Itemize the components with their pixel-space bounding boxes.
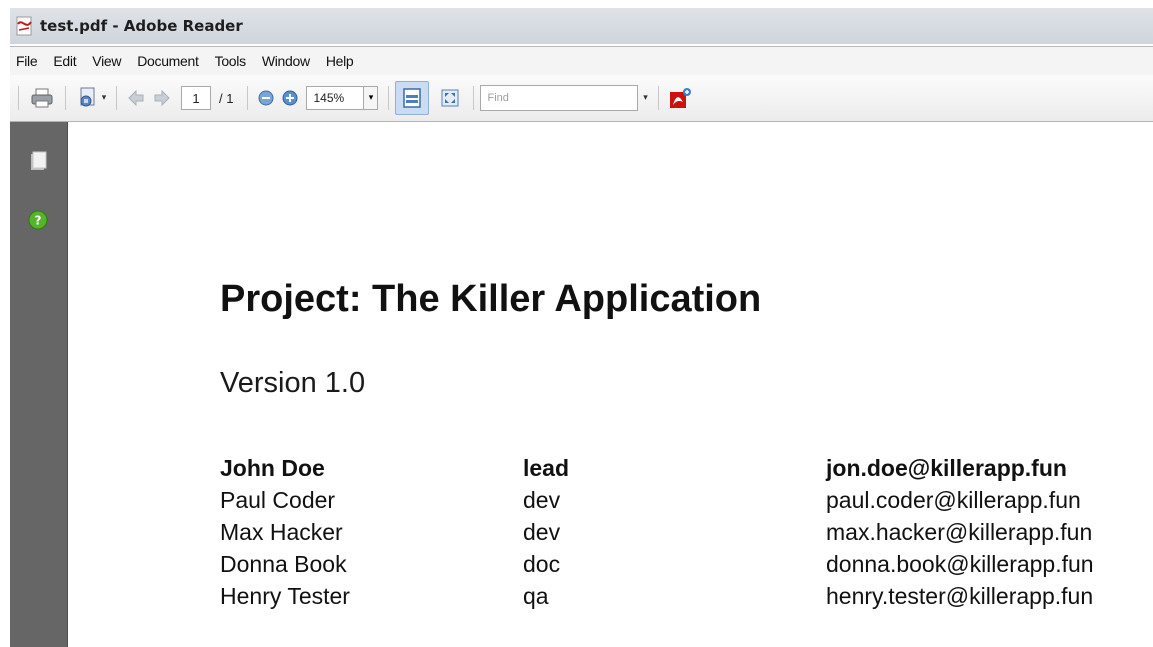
pages-panel-icon [31, 151, 47, 170]
document-version: Version 1.0 [220, 367, 366, 399]
find-input[interactable]: Find [480, 85, 639, 111]
toolbar: ▾ 1 / 1 145% ▾ Find ▾ [10, 75, 1153, 122]
full-screen-button[interactable] [435, 88, 465, 108]
member-role: doc [523, 550, 561, 577]
next-page-icon [154, 89, 170, 107]
team-table: John Doe lead jon.doe@killerapp.fun Paul… [220, 452, 1094, 612]
previous-page-button[interactable] [123, 88, 149, 108]
menu-edit[interactable]: Edit [45, 53, 84, 69]
full-screen-icon [441, 89, 459, 107]
document-view[interactable]: Project: The Killer Application Version … [68, 122, 1153, 647]
help-icon: ? [28, 210, 48, 230]
toolbar-separator [658, 86, 660, 110]
menu-document[interactable]: Document [129, 53, 206, 69]
zoom-out-button[interactable] [254, 89, 278, 107]
next-page-button[interactable] [149, 88, 175, 108]
pdf-document-icon [16, 16, 34, 36]
menu-tools[interactable]: Tools [207, 53, 254, 69]
member-email: jon.doe@killerapp.fun [826, 454, 1067, 481]
member-role: dev [523, 486, 561, 513]
navigation-panel: ? [10, 122, 68, 647]
zoom-dropdown-button[interactable]: ▾ [364, 86, 379, 110]
print-button[interactable] [25, 87, 59, 109]
chevron-down-icon: ▾ [101, 93, 107, 103]
document-properties-button[interactable]: ▾ [72, 86, 110, 110]
chevron-down-icon: ▾ [368, 93, 374, 103]
toolbar-separator [116, 86, 117, 110]
previous-page-icon [128, 89, 144, 107]
menu-help[interactable]: Help [318, 53, 362, 69]
acrobat-icon [670, 88, 692, 108]
toolbar-separator [65, 86, 66, 110]
title-bar: test.pdf - Adobe Reader [10, 8, 1153, 44]
zoom-in-icon [282, 90, 298, 106]
fit-page-icon [403, 88, 422, 108]
fit-page-button[interactable] [395, 81, 430, 115]
svg-text:?: ? [35, 214, 42, 228]
zoom-out-icon [258, 90, 274, 106]
pages-panel-button[interactable] [28, 150, 48, 176]
zoom-level-input[interactable]: 145% [306, 86, 365, 110]
table-row: Max Hacker dev max.hacker@killerapp.fun [220, 516, 1094, 548]
member-name: John Doe [220, 454, 325, 481]
toolbar-grip [18, 86, 19, 110]
member-email: donna.book@killerapp.fun [826, 550, 1094, 577]
member-role: dev [523, 518, 561, 545]
member-email: paul.coder@killerapp.fun [826, 486, 1081, 513]
acrobat-button[interactable] [665, 86, 695, 110]
menu-bar: File Edit View Document Tools Window Hel… [10, 46, 1153, 76]
toolbar-separator [388, 86, 390, 110]
member-name: Henry Tester [220, 582, 350, 609]
document-title: Project: The Killer Application [220, 278, 762, 320]
member-role: qa [523, 582, 549, 609]
member-name: Donna Book [220, 550, 347, 577]
adobe-reader-window: test.pdf - Adobe Reader File Edit View D… [10, 8, 1153, 647]
table-row: Donna Book doc donna.book@killerapp.fun [220, 548, 1094, 580]
help-button[interactable]: ? [28, 210, 48, 234]
menu-window[interactable]: Window [254, 53, 318, 69]
printer-icon [31, 88, 53, 108]
member-role: lead [523, 454, 570, 481]
document-properties-icon [80, 87, 95, 107]
member-name: Paul Coder [220, 486, 336, 513]
page-total: / 1 [219, 90, 234, 106]
member-email: henry.tester@killerapp.fun [826, 582, 1094, 609]
table-row: Paul Coder dev paul.coder@killerapp.fun [220, 484, 1094, 516]
zoom-in-button[interactable] [278, 89, 302, 107]
table-row: Henry Tester qa henry.tester@killerapp.f… [220, 580, 1094, 612]
toolbar-separator [247, 86, 249, 110]
chevron-down-icon: ▾ [643, 93, 648, 103]
table-row: John Doe lead jon.doe@killerapp.fun [220, 452, 1094, 484]
member-email: max.hacker@killerapp.fun [826, 518, 1093, 545]
member-name: Max Hacker [220, 518, 343, 545]
page-number-input[interactable]: 1 [181, 86, 211, 110]
toolbar-separator [473, 86, 475, 110]
window-title: test.pdf - Adobe Reader [40, 17, 243, 35]
menu-view[interactable]: View [84, 53, 129, 69]
find-dropdown-button[interactable]: ▾ [638, 85, 652, 111]
menu-file[interactable]: File [10, 53, 45, 69]
